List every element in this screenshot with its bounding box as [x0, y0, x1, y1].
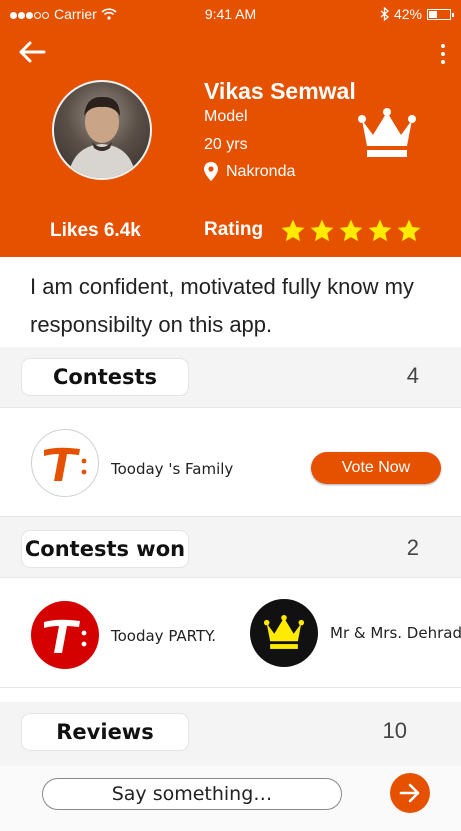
won-contest-logo[interactable]	[250, 599, 318, 667]
likes-count: Likes 6.4k	[50, 220, 141, 241]
star-icon	[281, 219, 305, 242]
contests-tab[interactable]: Contests	[22, 359, 188, 395]
vote-now-button[interactable]: Vote Now	[311, 452, 441, 484]
back-arrow-icon[interactable]	[18, 40, 46, 64]
profile-header: Carrier 9:41 AM 42% Vikas Semwal Model 2…	[0, 0, 461, 257]
reviews-tab[interactable]: Reviews	[22, 714, 188, 750]
contests-count: 4	[406, 363, 419, 388]
profile-location: Nakronda	[204, 162, 295, 181]
profile-name: Vikas Semwal	[204, 78, 356, 104]
star-icon	[310, 219, 334, 242]
battery-percent: 42%	[393, 6, 422, 22]
contests-won-count: 2	[406, 535, 419, 560]
crown-icon	[263, 615, 305, 649]
profile-bio: I am confident, motivated fully know my …	[30, 274, 414, 337]
battery-icon	[427, 8, 454, 20]
say-something-input[interactable]: Say something…	[42, 778, 342, 810]
reviews-count: 10	[382, 718, 407, 743]
divider	[0, 687, 461, 688]
send-button[interactable]	[390, 773, 430, 813]
won-contest-logo[interactable]	[31, 601, 99, 669]
location-pin-icon	[204, 162, 218, 181]
contests-won-section-header: Contests won 2	[0, 517, 461, 577]
send-arrow-icon	[399, 783, 420, 803]
rating-stars	[280, 218, 422, 244]
contest-name[interactable]: Tooday 's Family	[111, 460, 233, 478]
tooday-logo-icon	[44, 447, 87, 481]
won-contest-name[interactable]: Tooday PARTY.	[111, 627, 216, 645]
rating-label: Rating	[204, 219, 264, 240]
profile-age: 20 yrs	[204, 136, 248, 153]
reviews-section-header: Reviews 10	[0, 702, 461, 766]
won-contest-name[interactable]: Mr & Mrs. Dehradun	[330, 624, 461, 642]
more-vert-icon[interactable]	[437, 42, 449, 66]
divider	[0, 407, 461, 408]
won-contest-name-clip: Mr & Mrs. Dehradun	[330, 624, 461, 646]
contests-won-tab[interactable]: Contests won	[22, 531, 188, 567]
star-icon	[368, 219, 392, 242]
star-icon	[397, 219, 421, 242]
location-label: Nakronda	[226, 162, 296, 180]
avatar	[52, 80, 152, 180]
contest-logo[interactable]	[31, 429, 99, 497]
crown-icon	[358, 108, 416, 157]
tooday-logo-icon	[44, 619, 87, 653]
divider	[0, 577, 461, 578]
bluetooth-icon	[380, 7, 389, 21]
avatar-portrait	[68, 96, 136, 178]
contests-section-header: Contests 4	[0, 347, 461, 407]
profile-role: Model	[204, 108, 248, 125]
star-icon	[339, 219, 363, 242]
status-bar: Carrier 9:41 AM 42%	[0, 0, 461, 30]
